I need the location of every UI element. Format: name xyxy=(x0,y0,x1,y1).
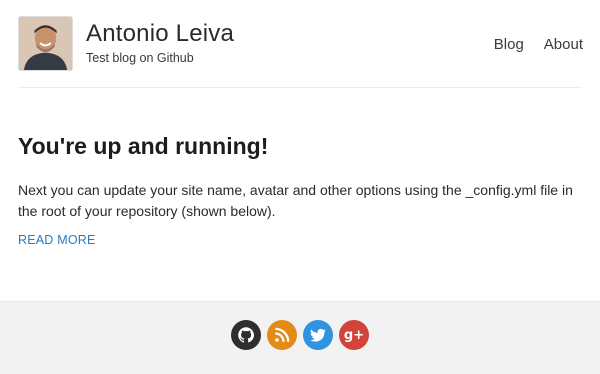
rss-link[interactable] xyxy=(267,320,297,350)
site-header: Antonio Leiva Test blog on Github Blog A… xyxy=(0,0,600,88)
page: Antonio Leiva Test blog on Github Blog A… xyxy=(0,0,600,374)
avatar-image xyxy=(19,17,72,70)
google-plus-icon: g+ xyxy=(343,327,365,343)
nav-link-about[interactable]: About xyxy=(544,36,583,53)
post-excerpt: Next you can update your site name, avat… xyxy=(18,182,573,219)
site-footer: g+ xyxy=(0,301,600,374)
github-link[interactable] xyxy=(231,320,261,350)
site-tagline: Test blog on Github xyxy=(86,51,194,65)
rss-icon xyxy=(275,327,290,342)
header-divider xyxy=(18,87,582,88)
avatar[interactable] xyxy=(18,16,73,71)
github-icon xyxy=(238,327,254,343)
nav-link-blog[interactable]: Blog xyxy=(494,36,524,53)
twitter-link[interactable] xyxy=(303,320,333,350)
google-plus-link[interactable]: g+ xyxy=(339,320,369,350)
post-title[interactable]: You're up and running! xyxy=(18,133,268,160)
main-nav: Blog About xyxy=(494,36,583,53)
read-more-link[interactable]: READ MORE xyxy=(18,233,96,247)
social-links: g+ xyxy=(0,320,600,350)
twitter-icon xyxy=(310,328,326,342)
site-title[interactable]: Antonio Leiva xyxy=(86,20,234,48)
